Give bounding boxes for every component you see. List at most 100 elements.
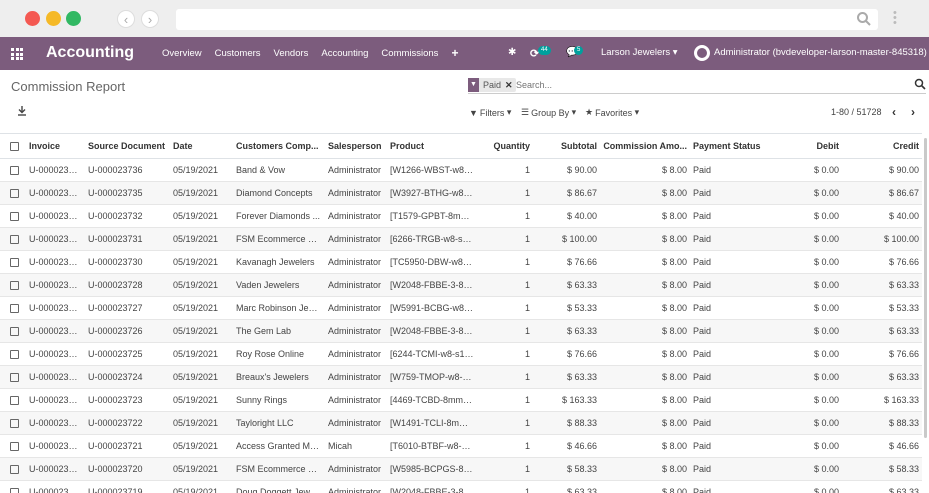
table-cell: 1: [477, 158, 533, 182]
table-cell: $ 0.00: [784, 296, 842, 320]
row-checkbox[interactable]: [0, 411, 26, 435]
menu-item-overview[interactable]: Overview: [162, 48, 202, 60]
row-checkbox[interactable]: [0, 250, 26, 274]
scrollbar[interactable]: [924, 138, 927, 438]
filters-label: Filters: [479, 107, 505, 118]
column-header[interactable]: Salesperson: [325, 133, 387, 159]
column-header[interactable]: Invoice: [26, 133, 85, 159]
pager-value[interactable]: 1-80 / 51728: [831, 107, 882, 117]
row-checkbox[interactable]: [0, 342, 26, 366]
row-checkbox[interactable]: [0, 296, 26, 320]
filters-dropdown[interactable]: ▼ Filters ▾: [469, 107, 511, 118]
table-row[interactable]: U-000023727 U-000023727 05/19/2021 Marc Rob…: [0, 296, 922, 320]
avatar[interactable]: [694, 45, 710, 61]
row-checkbox[interactable]: [0, 158, 26, 182]
chevron-right-icon[interactable]: ›: [911, 105, 915, 119]
table-row[interactable]: U-000023728 U-000023728 05/19/2021 Vaden Je…: [0, 273, 922, 297]
table-row[interactable]: U-000023731 U-000023731 05/19/2021 FSM Ecom…: [0, 227, 922, 251]
table-cell: $ 63.33: [842, 319, 922, 343]
table-row[interactable]: U-000023725 U-000023725 05/19/2021 Roy Rose…: [0, 342, 922, 366]
company-switcher[interactable]: Larson Jewelers ▾: [601, 47, 678, 58]
table-cell: 05/19/2021: [170, 434, 233, 458]
search-icon[interactable]: [914, 78, 926, 90]
table-cell: FSM Ecommerce LLC: [233, 457, 325, 481]
table-row[interactable]: U-000023735 U-000023735 05/19/2021 Diamond …: [0, 181, 922, 205]
table-cell: 1: [477, 388, 533, 412]
search-input[interactable]: [516, 78, 906, 92]
table-cell: 1: [477, 342, 533, 366]
column-header[interactable]: Customers Comp...: [233, 133, 325, 159]
table-cell: U-000023731: [85, 227, 170, 251]
chevron-left-icon[interactable]: ‹: [892, 105, 896, 119]
table-cell: 05/19/2021: [170, 204, 233, 228]
forward-arrow-icon[interactable]: ›: [141, 10, 159, 28]
bug-icon[interactable]: ✱: [508, 47, 516, 58]
row-checkbox[interactable]: [0, 457, 26, 481]
favorites-dropdown[interactable]: ★ Favorites ▾: [585, 107, 639, 118]
minimize-window-button[interactable]: [46, 11, 61, 26]
search-icon[interactable]: [856, 11, 872, 27]
table-row[interactable]: U-000023736 U-000023736 05/19/2021 Band & V…: [0, 158, 922, 182]
column-header[interactable]: Subtotal: [533, 133, 600, 159]
row-checkbox[interactable]: [0, 273, 26, 297]
table-cell: Paid: [690, 204, 784, 228]
table-cell: 1: [477, 411, 533, 435]
table-cell: $ 8.00: [600, 296, 690, 320]
close-window-button[interactable]: [25, 11, 40, 26]
list-icon: ☰: [521, 107, 530, 117]
table-cell: Administrator: [325, 204, 387, 228]
menu-item-customers[interactable]: Customers: [215, 48, 261, 60]
user-menu[interactable]: Administrator (bvdeveloper-larson-master…: [714, 47, 927, 58]
table-cell: $ 8.00: [600, 342, 690, 366]
table-cell: $ 58.33: [533, 457, 600, 481]
table-cell: Forever Diamonds ...: [233, 204, 325, 228]
row-checkbox[interactable]: [0, 480, 26, 493]
funnel-icon: ▼: [469, 107, 478, 118]
table-cell: Paid: [690, 319, 784, 343]
table-row[interactable]: U-000023721 U-000023721 05/19/2021 Access G…: [0, 434, 922, 458]
menu-item-commissions[interactable]: Commissions: [381, 48, 438, 60]
table-cell: $ 76.66: [842, 342, 922, 366]
row-checkbox[interactable]: [0, 204, 26, 228]
table-row[interactable]: U-000023730 U-000023730 05/19/2021 Kavanagh…: [0, 250, 922, 274]
column-header[interactable]: Commission Amo...: [600, 133, 690, 159]
row-checkbox[interactable]: [0, 227, 26, 251]
back-arrow-icon[interactable]: ‹: [117, 10, 135, 28]
table-cell: $ 0.00: [784, 480, 842, 493]
select-all-checkbox[interactable]: [0, 133, 26, 159]
table-row[interactable]: U-000023726 U-000023726 05/19/2021 The Gem …: [0, 319, 922, 343]
row-checkbox[interactable]: [0, 388, 26, 412]
row-checkbox[interactable]: [0, 365, 26, 389]
table-row[interactable]: U-000023720 U-000023720 05/19/2021 FSM Ecom…: [0, 457, 922, 481]
groupby-dropdown[interactable]: ☰ Group By ▾: [521, 107, 576, 118]
table-row[interactable]: U-000023723 U-000023723 05/19/2021 Sunny Ri…: [0, 388, 922, 412]
row-checkbox[interactable]: [0, 434, 26, 458]
column-header[interactable]: Quantity: [477, 133, 533, 159]
column-header[interactable]: Debit: [784, 133, 842, 159]
table-row[interactable]: U-000023724 U-000023724 05/19/2021 Breaux's…: [0, 365, 922, 389]
plus-icon[interactable]: +: [451, 46, 458, 60]
table-cell: 1: [477, 181, 533, 205]
browser-menu-icon[interactable]: • • •: [893, 8, 897, 29]
column-header[interactable]: Credit: [842, 133, 922, 159]
column-header[interactable]: Date: [170, 133, 233, 159]
row-checkbox[interactable]: [0, 319, 26, 343]
table-cell: U-000023735: [85, 181, 170, 205]
menu-item-vendors[interactable]: Vendors: [274, 48, 309, 60]
column-header[interactable]: Source Document: [85, 133, 170, 159]
table-row[interactable]: U-000023719 U-000023719 05/19/2021 Doug Dog…: [0, 480, 922, 493]
row-checkbox[interactable]: [0, 181, 26, 205]
column-header[interactable]: Product: [387, 133, 477, 159]
table-row[interactable]: U-000023722 U-000023722 05/19/2021 Taylorig…: [0, 411, 922, 435]
table-cell: 05/19/2021: [170, 158, 233, 182]
address-bar[interactable]: [176, 9, 878, 30]
apps-menu-icon[interactable]: [11, 48, 23, 60]
table-row[interactable]: U-000023732 U-000023732 05/19/2021 Forever …: [0, 204, 922, 228]
download-icon[interactable]: [17, 106, 27, 116]
app-brand[interactable]: Accounting: [46, 44, 134, 62]
close-icon[interactable]: ✕: [505, 80, 513, 91]
maximize-window-button[interactable]: [66, 11, 81, 26]
column-header[interactable]: Payment Status: [690, 133, 784, 159]
table-cell: Administrator: [325, 296, 387, 320]
menu-item-accounting[interactable]: Accounting: [321, 48, 368, 60]
